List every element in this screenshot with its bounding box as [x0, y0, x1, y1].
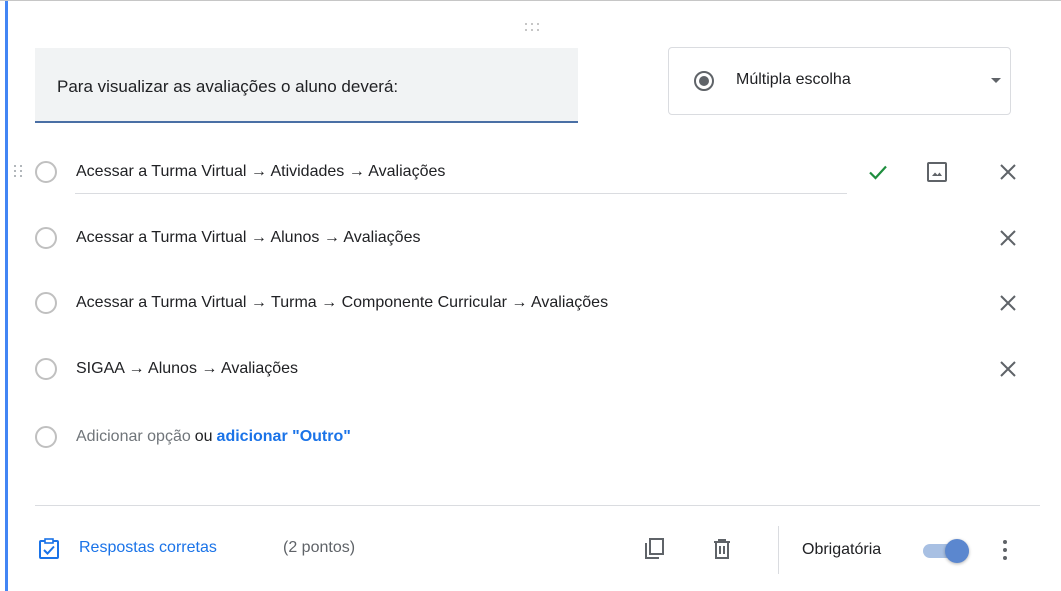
option-label[interactable]: Acessar a Turma Virtual → Turma → Compon…	[76, 294, 608, 312]
option-row: Acessar a Turma Virtual → Alunos → Avali…	[0, 217, 1061, 257]
question-type-dropdown[interactable]: Múltipla escolha	[668, 47, 1011, 115]
remove-option-close-icon[interactable]	[996, 160, 1020, 184]
more-options-icon[interactable]	[1002, 540, 1008, 564]
radio-circle-icon	[35, 358, 57, 380]
remove-option-close-icon[interactable]	[996, 357, 1020, 381]
question-type-label: Múltipla escolha	[736, 71, 851, 88]
option-label[interactable]: Acessar a Turma Virtual → Atividades → A…	[76, 163, 445, 181]
option-drag-handle-icon[interactable]	[14, 165, 23, 177]
option-row: Acessar a Turma Virtual → Turma → Compon…	[0, 282, 1061, 322]
radio-button-checked-icon	[694, 71, 714, 91]
drag-handle-icon[interactable]	[525, 23, 543, 35]
add-other-link[interactable]: adicionar "Outro"	[217, 428, 351, 445]
points-label: (2 pontos)	[283, 539, 356, 556]
or-text: ou	[194, 428, 213, 445]
required-toggle[interactable]	[921, 539, 971, 563]
add-option-row: Adicionar opção ou adicionar "Outro"	[0, 416, 1061, 456]
add-image-icon[interactable]	[925, 160, 949, 184]
footer-divider	[35, 505, 1040, 506]
toggle-knob	[945, 539, 969, 563]
radio-circle-icon	[35, 161, 57, 183]
delete-trash-icon[interactable]	[710, 537, 734, 561]
radio-circle-icon	[35, 292, 57, 314]
remove-option-close-icon[interactable]	[996, 226, 1020, 250]
option-row: Acessar a Turma Virtual → Atividades → A…	[0, 151, 1061, 194]
option-row: SIGAA → Alunos → Avaliações	[0, 348, 1061, 388]
dropdown-arrow-icon	[991, 78, 1001, 83]
answer-key-checkbox-icon[interactable]	[38, 538, 60, 560]
correct-answer-check-icon[interactable]	[866, 160, 890, 184]
remove-option-close-icon[interactable]	[996, 291, 1020, 315]
required-label: Obrigatória	[802, 541, 882, 558]
add-option-button[interactable]: Adicionar opção	[76, 428, 191, 445]
footer-vertical-divider	[778, 526, 779, 574]
add-option-line: Adicionar opção ou adicionar "Outro"	[76, 428, 351, 446]
option-label[interactable]: SIGAA → Alunos → Avaliações	[76, 360, 298, 378]
option-underline	[75, 193, 847, 194]
radio-circle-icon	[35, 426, 57, 448]
duplicate-icon[interactable]	[642, 537, 666, 561]
question-title-field[interactable]: Para visualizar as avaliações o aluno de…	[35, 48, 578, 123]
question-card: Para visualizar as avaliações o aluno de…	[0, 0, 1061, 591]
option-label[interactable]: Acessar a Turma Virtual → Alunos → Avali…	[76, 229, 420, 247]
answer-key-button[interactable]: Respostas corretas	[79, 539, 217, 557]
radio-circle-icon	[35, 227, 57, 249]
question-title-text: Para visualizar as avaliações o aluno de…	[57, 77, 399, 96]
